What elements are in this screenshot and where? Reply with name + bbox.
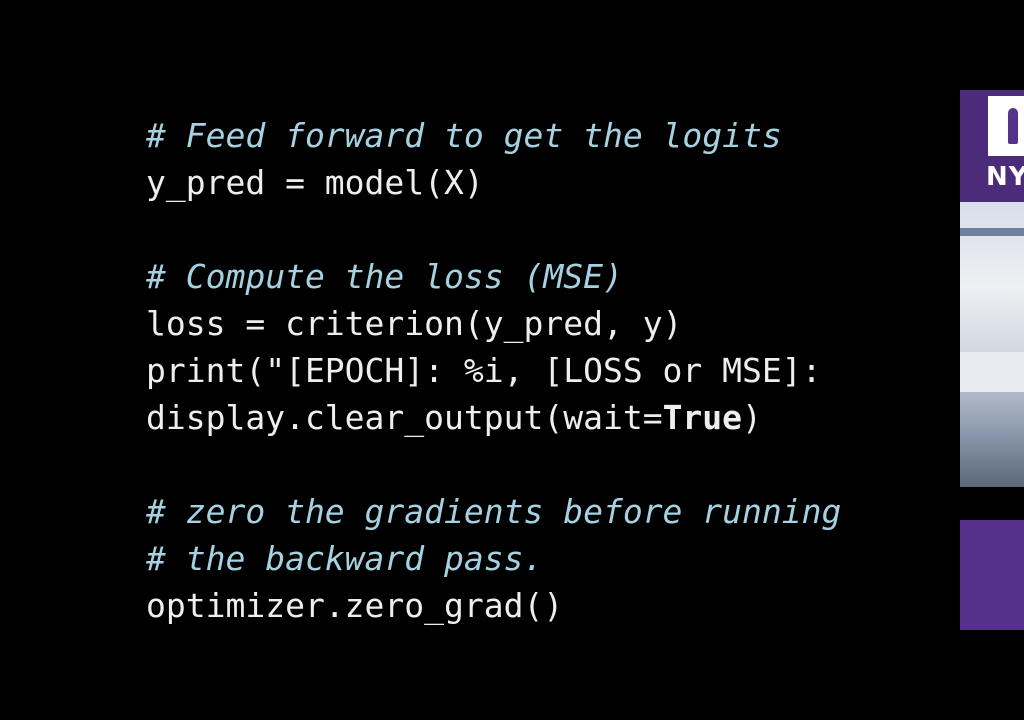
- code-line-comment-zero-gradients: # zero the gradients before running: [146, 492, 842, 531]
- torch-icon: [1008, 108, 1018, 144]
- code-line-print: print("[EPOCH]: %i, [LOSS or MSE]:: [146, 351, 842, 390]
- nyu-logo-icon: [988, 96, 1024, 156]
- webcam-divider: [960, 487, 1024, 520]
- code-line-comment-compute-loss: # Compute the loss (MSE): [146, 257, 623, 296]
- code-line-comment-feed-forward: # Feed forward to get the logits: [146, 116, 782, 155]
- code-line-loss: loss = criterion(y_pred, y): [146, 304, 683, 343]
- code-line-model-call: y_pred = model(X): [146, 163, 484, 202]
- video-detail: [960, 352, 1024, 392]
- brand-text: NY: [986, 162, 1024, 192]
- code-line-zero-grad: optimizer.zero_grad(): [146, 586, 564, 625]
- webcam-lower-panel: [960, 520, 1024, 630]
- webcam-video: [960, 202, 1024, 487]
- code-line-comment-backward-pass: # the backward pass.: [146, 539, 544, 578]
- keyword-true: True: [662, 398, 743, 437]
- code-line-clear-output: display.clear_output(wait=True): [146, 398, 762, 437]
- webcam-overlay: NY: [960, 90, 1024, 630]
- code-block: # Feed forward to get the logits y_pred =…: [146, 112, 841, 629]
- video-detail: [960, 228, 1024, 236]
- slide: # Feed forward to get the logits y_pred =…: [0, 0, 1024, 720]
